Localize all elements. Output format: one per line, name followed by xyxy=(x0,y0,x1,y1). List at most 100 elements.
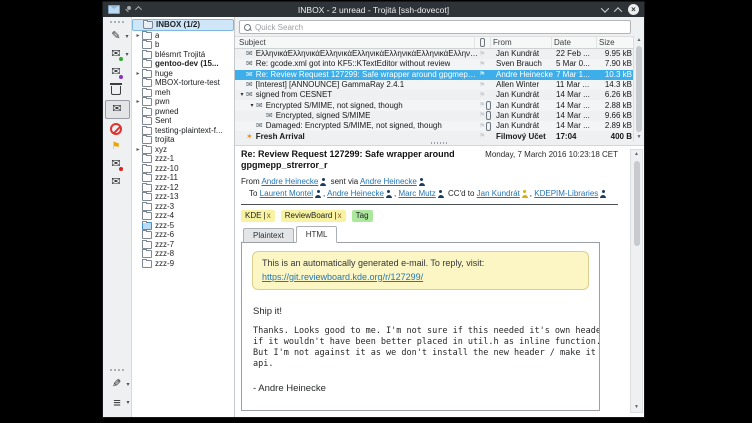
recipient-link[interactable]: KDEPIM-Libraries xyxy=(534,189,598,198)
reply-button[interactable]: ▾ xyxy=(105,46,128,63)
folder-item-zzz-4[interactable]: zzz-4 xyxy=(132,212,234,222)
folder-expander-icon[interactable]: ▸ xyxy=(134,33,142,39)
subject-text: Re: Review Request 127299: Safe wrapper … xyxy=(256,71,479,79)
message-list-scrollbar[interactable]: ▲ ▼ xyxy=(633,36,644,142)
message-row[interactable]: ✉Re: gcode.xml got into KF5::KTextEditor… xyxy=(235,59,634,69)
scroll-up-icon[interactable]: ▲ xyxy=(637,36,642,45)
recipient-link[interactable]: Andre Heinecke xyxy=(327,189,384,198)
body-heading: Ship it! xyxy=(253,306,599,317)
folder-item-zzz-13[interactable]: zzz-13 xyxy=(132,193,234,203)
recipient-link[interactable]: Andre Heinecke xyxy=(261,177,318,186)
folder-item-zzz-3[interactable]: zzz-3 xyxy=(132,202,234,212)
recipient-link[interactable]: Laurent Montel xyxy=(260,189,313,198)
folder-item-xyz[interactable]: ▸ xyz xyxy=(132,145,234,155)
mark-unread-button[interactable] xyxy=(105,156,128,173)
message-row[interactable]: ▾✉Encrypted S/MIME, not signed, though⚑J… xyxy=(235,100,634,110)
pin-icon[interactable] xyxy=(124,6,131,13)
folder-item-huge[interactable]: ▸huge xyxy=(132,69,234,79)
recipient-link[interactable]: Jan Kundrát xyxy=(477,189,520,198)
close-button[interactable]: × xyxy=(628,4,639,15)
folder-item-inbox-1-2[interactable]: INBOX (1/2) xyxy=(132,19,234,31)
menu-button[interactable]: ▾ xyxy=(106,394,129,411)
folder-item-zzz-11[interactable]: zzz-11 xyxy=(132,174,234,184)
flag-button[interactable] xyxy=(105,138,128,155)
search-input[interactable] xyxy=(255,23,626,32)
message-view-scrollbar[interactable]: ▲ ▼ xyxy=(630,149,643,413)
message-row[interactable]: ✉ΕλληνικάΕλληνικάΕλληνικάΕλληνικάΕλληνικ… xyxy=(235,49,634,59)
keep-above-icon[interactable] xyxy=(135,6,142,13)
folder-item-gentoo-dev-15[interactable]: gentoo-dev (15... xyxy=(132,60,234,70)
mark-read-button[interactable] xyxy=(105,100,130,119)
subject-text: [Interest] [ANNOUNCE] GammaRay 2.4.1 xyxy=(256,81,405,89)
scroll-track[interactable] xyxy=(635,45,643,133)
thread-expander-icon[interactable]: ▾ xyxy=(238,92,246,98)
column-date[interactable]: Date xyxy=(552,37,597,48)
folder-item-a[interactable]: ▸a xyxy=(132,31,234,41)
dropdown-arrow-icon[interactable]: ▾ xyxy=(125,33,128,40)
toolbar-handle[interactable] xyxy=(110,21,124,25)
minimize-button[interactable] xyxy=(601,4,609,12)
scroll-up-icon[interactable]: ▲ xyxy=(634,150,639,159)
dropdown-arrow-icon[interactable]: ▾ xyxy=(125,51,128,58)
dropdown-arrow-icon[interactable]: ▾ xyxy=(126,381,129,388)
tag-remove-button[interactable]: x xyxy=(267,211,271,220)
tag-remove-button[interactable]: x xyxy=(338,211,342,220)
message-row[interactable]: ✉Damaged: Encrypted S/MIME, not signed, … xyxy=(235,121,634,131)
signature-button[interactable]: ▾ xyxy=(106,376,129,393)
envelope-icon: ✉ xyxy=(246,60,253,68)
folder-item-zzz-1[interactable]: zzz-1 xyxy=(132,155,234,165)
folder-item-mbox-torture-test[interactable]: MBOX-torture-test xyxy=(132,79,234,89)
scroll-track[interactable] xyxy=(633,159,641,403)
scroll-down-icon[interactable]: ▼ xyxy=(634,403,639,412)
titlebar[interactable]: INBOX - 2 unread - Trojitá [ssh-dovecot]… xyxy=(103,2,644,17)
folder-item-testing-plaintext-f[interactable]: testing-plaintext-f... xyxy=(132,126,234,136)
column-attachment[interactable] xyxy=(475,37,491,48)
column-subject[interactable]: Subject xyxy=(235,37,475,48)
folder-item-sent[interactable]: Sent xyxy=(132,117,234,127)
delete-button[interactable] xyxy=(105,82,128,99)
size-cell: 10.3 kB xyxy=(598,71,634,79)
folder-expander-icon[interactable]: ▸ xyxy=(134,71,142,77)
block-spam-button[interactable] xyxy=(105,120,128,137)
thread-expander-icon[interactable]: ▾ xyxy=(248,103,256,109)
folder-item-pwn[interactable]: ▸pwn xyxy=(132,98,234,108)
scroll-thumb[interactable] xyxy=(636,46,642,132)
column-size[interactable]: Size xyxy=(597,37,634,48)
message-row[interactable]: ✉Encrypted, signed S/MIME⚑Jan Kundrát14 … xyxy=(235,111,634,121)
from-cell: Jan Kundrát xyxy=(494,122,554,130)
recipient-link[interactable]: Andre Heinecke xyxy=(360,177,417,186)
folder-expander-icon[interactable]: ▸ xyxy=(134,147,142,153)
message-row[interactable]: ▾✉signed from CESNET⚑Jan Kundrát14 Mar .… xyxy=(235,90,634,100)
folder-label: xyz xyxy=(155,146,167,154)
folder-item-bl-smrt-trojit[interactable]: blésmrt Trojitá xyxy=(132,50,234,60)
folder-expander-icon[interactable]: ▸ xyxy=(134,99,142,105)
folder-item-zzz-12[interactable]: zzz-12 xyxy=(132,183,234,193)
quick-search-box[interactable] xyxy=(239,20,631,34)
folder-item-zzz-7[interactable]: zzz-7 xyxy=(132,240,234,250)
folder-item-pwned[interactable]: pwned xyxy=(132,107,234,117)
message-row[interactable]: ✶Fresh Arrival⚑Filmový Účet17:04400 B xyxy=(235,131,634,141)
folder-item-zzz-6[interactable]: zzz-6 xyxy=(132,231,234,241)
dropdown-arrow-icon[interactable]: ▾ xyxy=(126,399,129,406)
folder-item-zzz-9[interactable]: zzz-9 xyxy=(132,259,234,269)
folder-item-zzz-5[interactable]: zzz-5 xyxy=(132,221,234,231)
folder-item-trojita[interactable]: trojita xyxy=(132,136,234,146)
folder-item-zzz-10[interactable]: zzz-10 xyxy=(132,164,234,174)
scroll-down-icon[interactable]: ▼ xyxy=(637,133,642,142)
message-button[interactable] xyxy=(105,174,128,191)
folder-item-meh[interactable]: meh xyxy=(132,88,234,98)
message-row[interactable]: ✉Re: Review Request 127299: Safe wrapper… xyxy=(235,70,634,80)
folder-item-b[interactable]: b xyxy=(132,41,234,51)
tab-html[interactable]: HTML xyxy=(296,226,338,243)
forward-button[interactable] xyxy=(105,64,128,81)
maximize-button[interactable] xyxy=(614,7,622,15)
review-link[interactable]: https://git.reviewboard.kde.org/r/127299… xyxy=(262,272,423,282)
toolbar-handle-bottom[interactable] xyxy=(110,369,124,373)
tab-plaintext[interactable]: Plaintext xyxy=(243,228,294,242)
compose-button[interactable]: ▾ xyxy=(105,28,128,45)
folder-item-zzz-8[interactable]: zzz-8 xyxy=(132,250,234,260)
recipient-link[interactable]: Marc Mutz xyxy=(398,189,435,198)
message-row[interactable]: ✉[Interest] [ANNOUNCE] GammaRay 2.4.1⚑Al… xyxy=(235,80,634,90)
column-from[interactable]: From xyxy=(491,37,552,48)
scroll-thumb[interactable] xyxy=(634,161,640,246)
